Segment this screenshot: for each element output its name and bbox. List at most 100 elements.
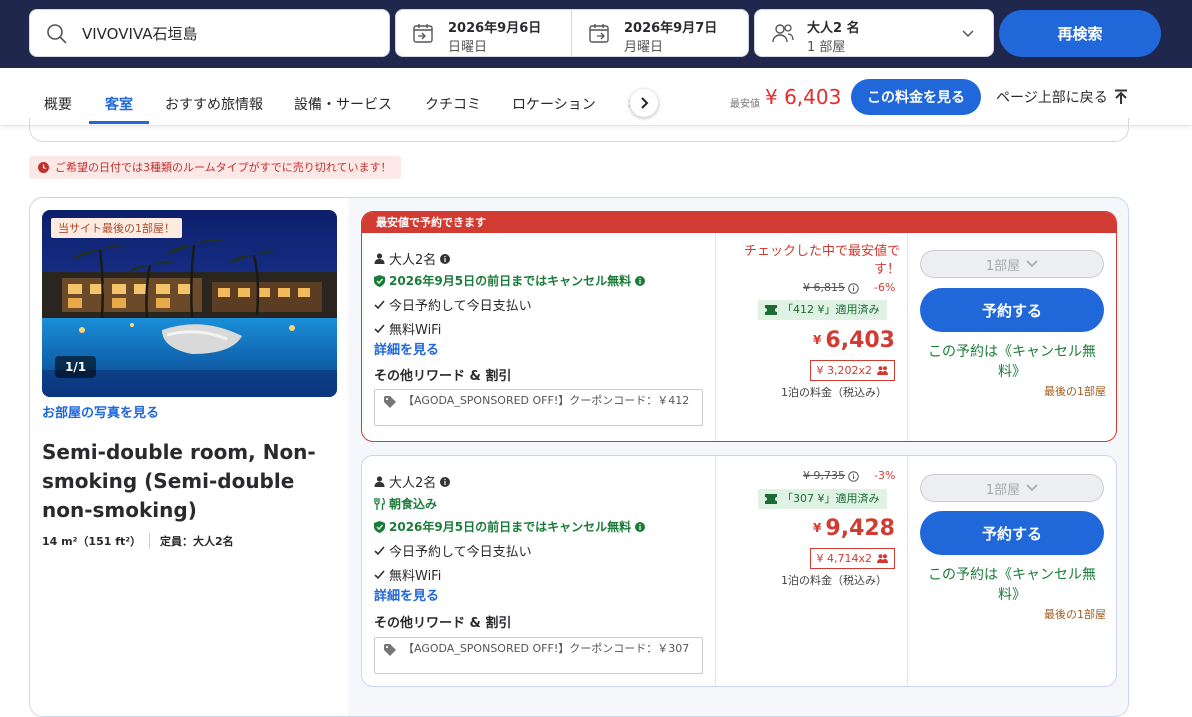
back-to-top-link[interactable]: ページ上部に戻る: [996, 87, 1108, 107]
pay-today-text: 今日予約して今日支払い: [389, 299, 532, 314]
cancel-note: この予約は《キャンセル無料》: [928, 567, 1096, 603]
photo-counter: 1/1: [55, 356, 97, 378]
coupon-icon: [765, 494, 777, 504]
coupon-box: 【AGODA_SPONSORED OFF!】クーポンコード：￥307: [374, 637, 703, 674]
tab-overview[interactable]: 概要: [44, 94, 72, 114]
room-photo[interactable]: 当サイト最後の1部屋！ 1/1: [42, 210, 337, 397]
pay-today: 今日予約して今日支払い: [374, 295, 532, 314]
min-price-label: 最安値: [730, 99, 760, 110]
checkout-date-field[interactable]: 2026年9月7日 月曜日: [571, 9, 749, 57]
original-price: ¥ 9,735: [803, 469, 845, 482]
clock-alert-icon: [38, 162, 49, 173]
cheapest-note: チェックした中で最安値です！: [743, 244, 900, 277]
per-person-text: ¥ 4,714x2: [816, 552, 873, 565]
original-price: ¥ 6,815: [803, 281, 845, 294]
info-icon[interactable]: [848, 283, 859, 294]
coupon-applied-badge: 「412 ¥」適用済み: [758, 300, 887, 320]
per-person-text: ¥ 3,202x2: [816, 364, 873, 377]
breakfast-text: 朝食込み: [389, 497, 438, 511]
per-night-label: 1泊の料金（税込み）: [781, 386, 887, 399]
per-person-price: ¥ 4,714x2: [809, 548, 895, 569]
tabs-next-button[interactable]: [630, 89, 658, 117]
chevron-right-icon: [641, 97, 649, 109]
checkin-weekday: 日曜日: [448, 40, 488, 55]
offer-price: ¥9,428: [813, 516, 895, 541]
tab-reviews[interactable]: クチコミ: [425, 94, 481, 114]
guests-selector[interactable]: 大人2 名 1 部屋: [754, 9, 994, 57]
coupon-applied-badge: 「307 ¥」適用済み: [758, 489, 887, 509]
tab-facilities[interactable]: 設備・サービス: [294, 94, 392, 114]
occupancy: 大人2名: [374, 249, 451, 268]
price-currency: ¥: [813, 521, 822, 535]
person-icon: [374, 253, 385, 264]
coupon-applied-text: 「412 ¥」適用済み: [782, 303, 880, 316]
last-room-note: 最後の1部屋: [1044, 608, 1106, 621]
search-icon: [47, 24, 67, 44]
offer-pricing: チェックした中で最安値です！ ¥ 6,815 -6% 「412 ¥」適用済み ¥…: [715, 233, 907, 441]
offer-price: ¥6,403: [813, 328, 895, 353]
offer-card: 大人2名 朝食込み 2026年9月5日の前日まではキャンセル無料 今日予約して今…: [361, 455, 1117, 687]
search-input[interactable]: VIVOVIVA石垣島: [29, 9, 390, 57]
per-night-label: 1泊の料金（税込み）: [781, 574, 887, 587]
arrow-up-icon[interactable]: [1114, 89, 1128, 105]
calendar-checkin-icon: [413, 24, 433, 43]
people-icon: [877, 554, 888, 563]
breakfast-included: 朝食込み: [374, 495, 437, 512]
checkout-date: 2026年9月7日: [624, 21, 718, 36]
tab-travel-info[interactable]: おすすめ旅情報: [165, 94, 263, 114]
checkin-date-field[interactable]: 2026年9月6日 日曜日: [395, 9, 573, 57]
chevron-down-icon: [962, 30, 974, 38]
price-amount: 9,428: [825, 516, 895, 541]
best-price-banner: 最安値で予約できます: [362, 212, 1116, 233]
room-capacity: 定員：大人2名: [149, 533, 234, 549]
research-button[interactable]: 再検索: [999, 10, 1161, 57]
info-icon[interactable]: [440, 253, 451, 264]
coupon-text: 【AGODA_SPONSORED OFF!】クーポンコード：￥307: [403, 642, 690, 655]
check-icon: [374, 323, 385, 333]
info-icon[interactable]: [440, 476, 451, 487]
room-quantity-select[interactable]: 1部屋: [920, 474, 1104, 502]
price-currency: ¥: [813, 333, 822, 347]
info-icon[interactable]: [635, 275, 646, 286]
coupon-applied-text: 「307 ¥」適用済み: [782, 492, 880, 505]
offer-features: 大人2名 2026年9月5日の前日まではキャンセル無料 今日予約して今日支払い …: [362, 233, 715, 441]
pay-today-text: 今日予約して今日支払い: [389, 545, 532, 560]
calendar-checkout-icon: [589, 24, 609, 43]
cancel-note: この予約は《キャンセル無料》: [928, 344, 1096, 380]
free-cancellation: 2026年9月5日の前日まではキャンセル無料: [374, 272, 646, 289]
room-quantity-select[interactable]: 1部屋: [920, 250, 1104, 278]
top-search-bar: VIVOVIVA石垣島 2026年9月6日 日曜日 2026年9月7日 月曜日 …: [0, 0, 1192, 68]
checkin-date: 2026年9月6日: [448, 21, 542, 36]
search-query: VIVOVIVA石垣島: [82, 25, 198, 43]
rewards-heading: その他リワード & 割引: [374, 369, 512, 384]
tab-location[interactable]: ロケーション: [512, 94, 596, 114]
info-icon[interactable]: [635, 521, 646, 532]
book-button[interactable]: 予約する: [920, 511, 1104, 555]
checkout-weekday: 月曜日: [624, 40, 664, 55]
wifi-text: 無料WiFi: [389, 569, 442, 584]
soldout-text: ご希望の日付では3種類のルームタイプがすでに売り切れています！: [55, 161, 392, 174]
details-link[interactable]: 詳細を見る: [374, 585, 439, 604]
guests-rooms: 1 部屋: [807, 40, 846, 55]
soldout-notice: ご希望の日付では3種類のルームタイプがすでに売り切れています！: [29, 156, 402, 179]
book-button[interactable]: 予約する: [920, 288, 1104, 332]
room-size: 14 m²（151 ft²）: [42, 535, 142, 548]
details-link[interactable]: 詳細を見る: [374, 339, 439, 358]
room-quantity-value: 1部屋: [985, 258, 1021, 274]
chevron-down-icon: [1026, 260, 1038, 268]
see-price-button[interactable]: この料金を見る: [851, 79, 981, 115]
guests-adults: 大人2 名: [807, 21, 860, 36]
min-price: ¥ 6,403: [765, 85, 842, 109]
discount-percent: -6%: [874, 281, 896, 294]
occupancy-text: 大人2名: [389, 253, 437, 268]
shield-check-icon: [374, 520, 385, 533]
room-name: Semi-double room, Non-smoking (Semi-doub…: [42, 440, 316, 522]
check-icon: [374, 545, 385, 555]
room-photos-link[interactable]: お部屋の写真を見る: [42, 402, 159, 421]
check-icon: [374, 299, 385, 309]
occupancy-text: 大人2名: [389, 476, 437, 491]
person-icon: [374, 476, 385, 487]
tab-rooms[interactable]: 客室: [105, 94, 133, 114]
wifi: 無料WiFi: [374, 319, 441, 338]
info-icon[interactable]: [848, 471, 859, 482]
